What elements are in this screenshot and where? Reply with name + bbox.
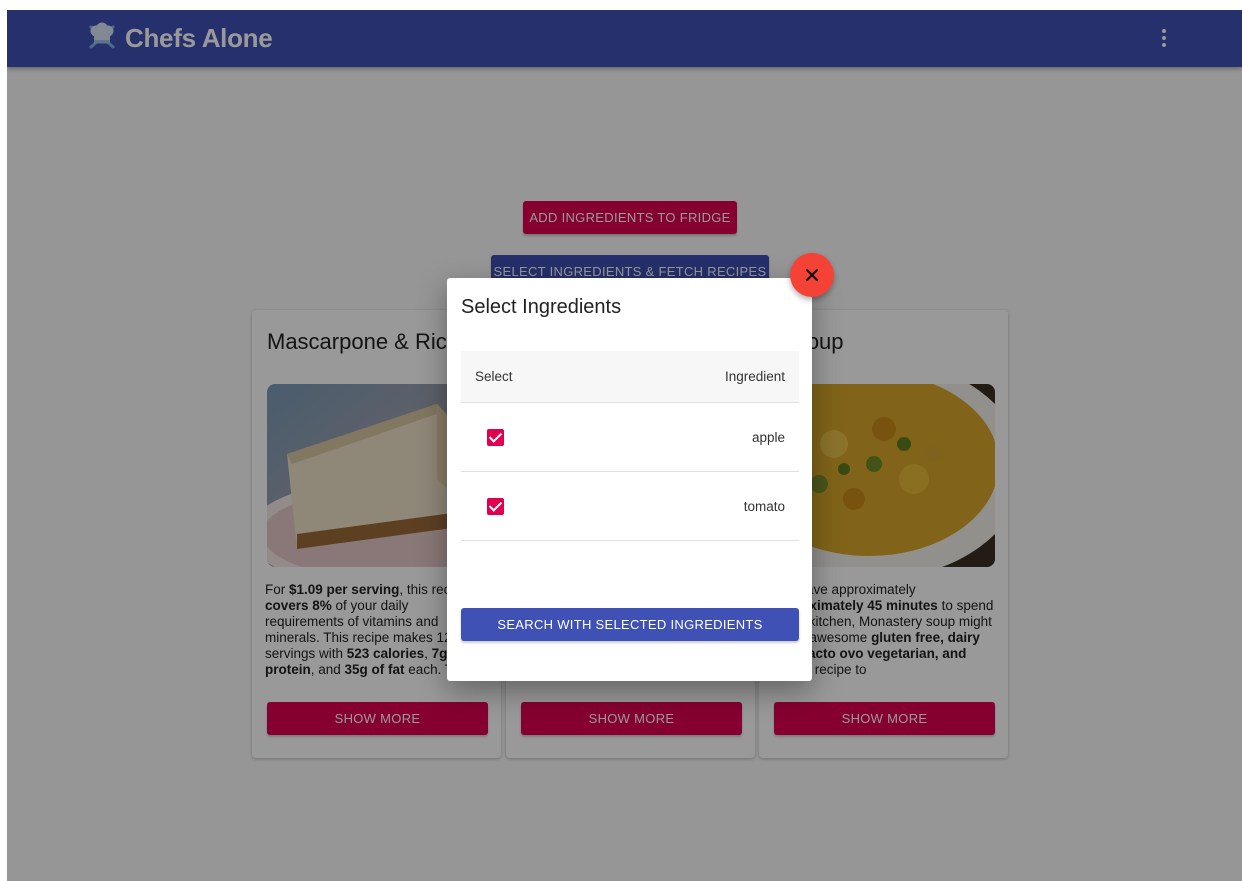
close-icon xyxy=(805,268,819,282)
ingredients-table: Select Ingredient apple tomato xyxy=(461,351,799,541)
dialog-title: Select Ingredients xyxy=(461,296,622,318)
ingredient-checkbox[interactable] xyxy=(487,428,504,446)
column-header-ingredient: Ingredient xyxy=(724,369,785,384)
search-with-selected-button[interactable]: SEARCH WITH SELECTED INGREDIENTS xyxy=(461,608,799,641)
ingredient-name: tomato xyxy=(743,498,785,514)
column-header-select: Select xyxy=(475,369,513,384)
ingredient-checkbox[interactable] xyxy=(487,497,504,515)
close-dialog-button[interactable] xyxy=(790,253,834,297)
app-viewport: Chefs Alone ADD INGREDIENTS TO FRIDGE SE… xyxy=(7,10,1242,881)
table-row: tomato xyxy=(461,472,799,541)
select-ingredients-dialog: Select Ingredients Select Ingredient app… xyxy=(447,278,812,681)
ingredient-name: apple xyxy=(751,429,785,445)
table-row: apple xyxy=(461,403,799,472)
table-header: Select Ingredient xyxy=(461,351,799,403)
